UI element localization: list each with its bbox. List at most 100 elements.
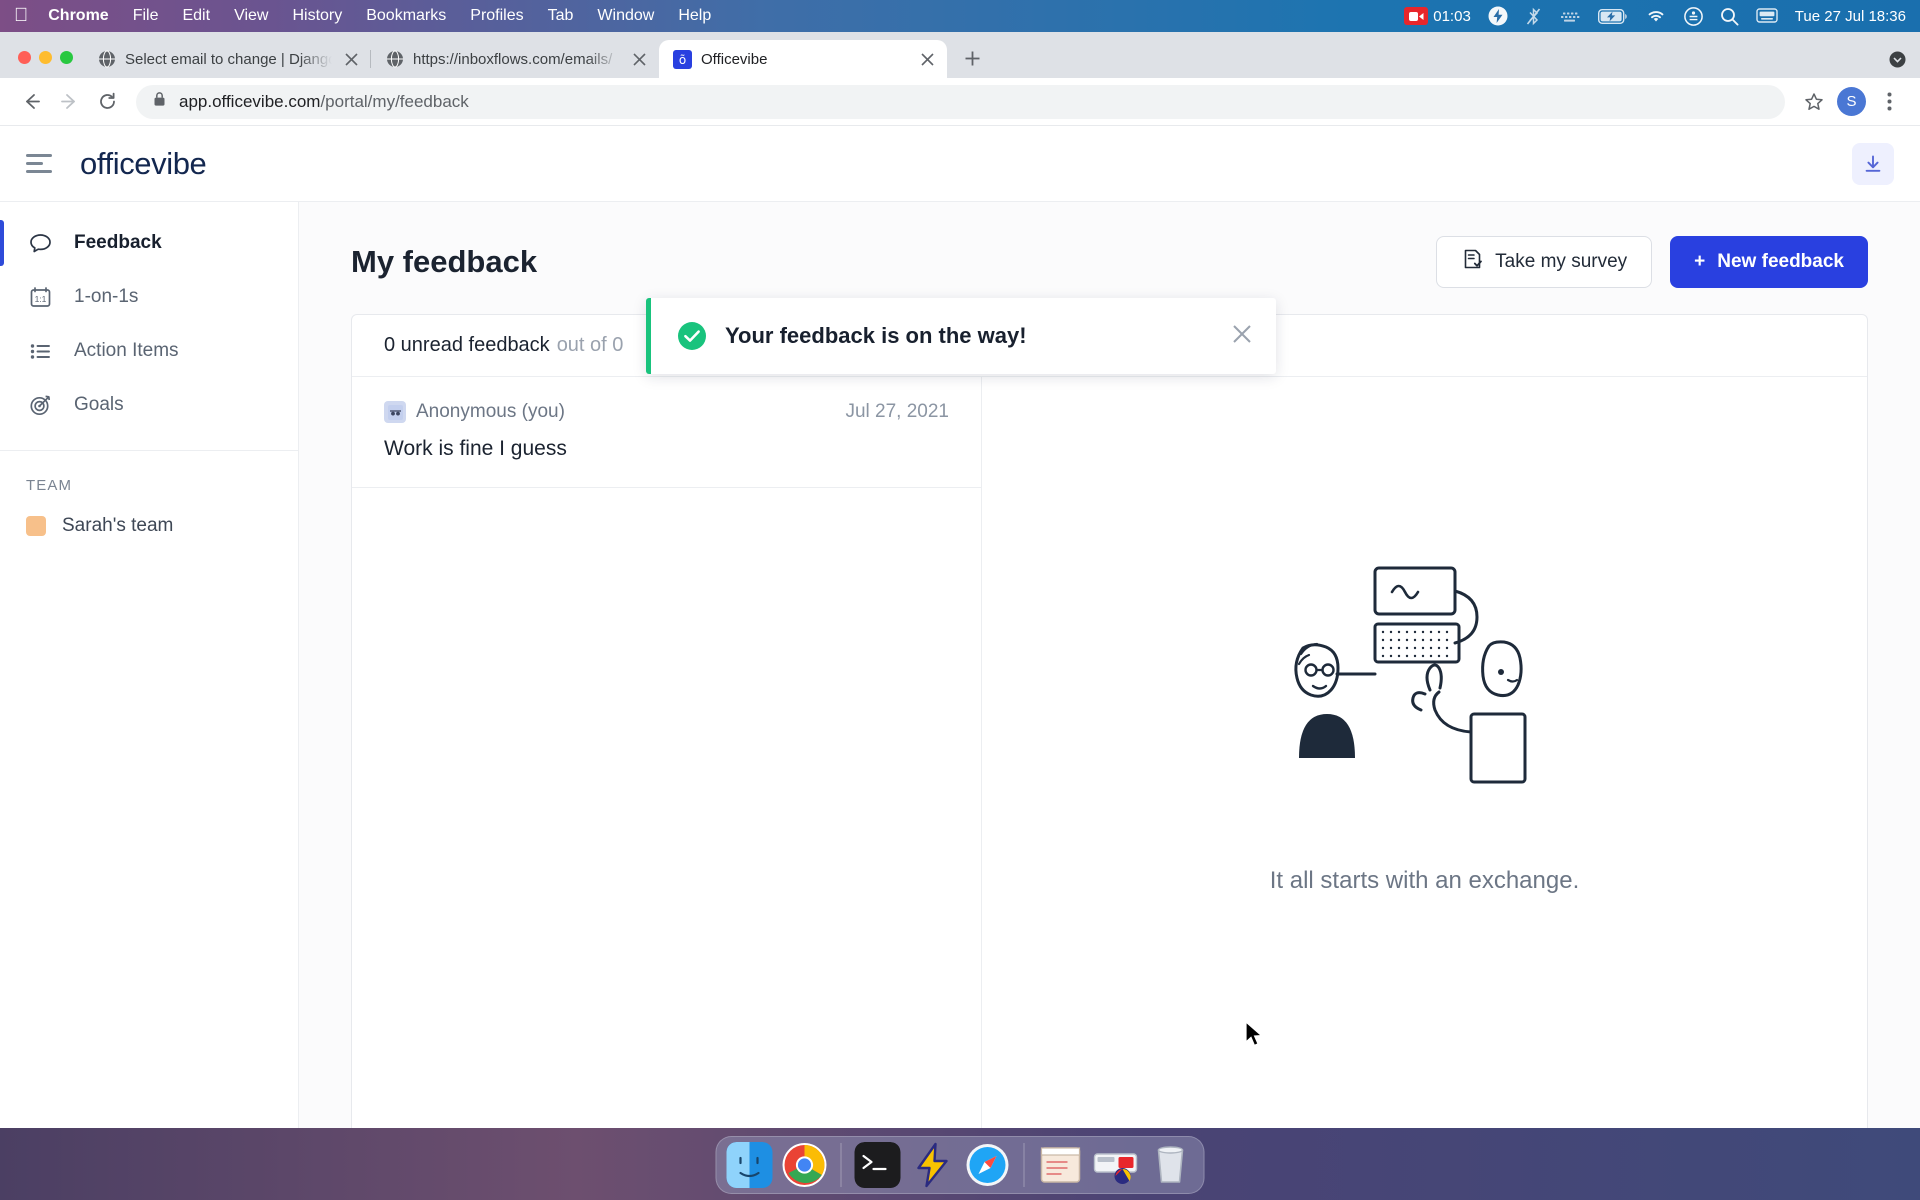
feedback-date: Jul 27, 2021 — [845, 401, 949, 422]
chrome-menu-icon[interactable] — [1872, 85, 1906, 119]
sidebar-item-label: 1-on-1s — [74, 286, 139, 307]
plus-icon: + — [1694, 251, 1706, 272]
battery-charging-icon[interactable] — [1597, 8, 1628, 24]
new-feedback-button[interactable]: + New feedback — [1670, 236, 1868, 288]
close-icon[interactable] — [917, 49, 937, 69]
flash-app-icon[interactable] — [910, 1142, 956, 1188]
notes-icon[interactable] — [1038, 1142, 1084, 1188]
chrome-icon[interactable] — [782, 1142, 828, 1188]
menu-help[interactable]: Help — [678, 7, 711, 25]
anonymous-avatar-icon — [384, 401, 406, 423]
take-my-survey-label: Take my survey — [1495, 251, 1628, 272]
sidebar-team-sarahs-team[interactable]: Sarah's team — [0, 504, 298, 548]
minimize-window-button[interactable] — [39, 51, 52, 64]
sidebar-item-feedback[interactable]: Feedback — [0, 216, 298, 270]
sidebar-item-action-items[interactable]: Action Items — [0, 324, 298, 378]
officevibe-app: officevibe Feedback 1:1 1-on-1s Action I… — [0, 126, 1920, 1200]
terminal-icon[interactable] — [854, 1142, 901, 1188]
menu-view[interactable]: View — [234, 7, 268, 25]
toolbar-right: S — [1797, 85, 1906, 119]
officevibe-logo[interactable]: officevibe — [80, 146, 207, 182]
close-icon[interactable] — [1232, 324, 1252, 349]
bluetooth-off-icon[interactable] — [1525, 7, 1542, 26]
address-bar[interactable]: app.officevibe.com/portal/my/feedback — [136, 84, 1785, 119]
maximize-window-button[interactable] — [60, 51, 73, 64]
toast-message: Your feedback is on the way! — [725, 323, 1027, 348]
tab-title: Select email to change | Django — [125, 50, 332, 68]
window-traffic-lights — [12, 51, 83, 78]
tab-django[interactable]: Select email to change | Django — [83, 40, 371, 78]
sidebar-item-label: Action Items — [74, 340, 179, 361]
svg-text:1:1: 1:1 — [34, 294, 46, 304]
url-path: /portal/my/feedback — [320, 91, 469, 111]
menu-profiles[interactable]: Profiles — [470, 7, 523, 25]
menu-tab[interactable]: Tab — [548, 7, 574, 25]
sidebar-item-label: Feedback — [74, 232, 162, 253]
menu-window[interactable]: Window — [597, 7, 654, 25]
recording-timer: 01:03 — [1433, 7, 1471, 25]
list-item[interactable]: Anonymous (you) Jul 27, 2021 Work is fin… — [352, 377, 981, 488]
empty-state-text: It all starts with an exchange. — [1269, 866, 1580, 894]
close-icon[interactable] — [341, 49, 361, 69]
menu-bar-status-area: 01:03 Tue 27 Jul 18:36 — [1404, 6, 1906, 26]
take-my-survey-button[interactable]: Take my survey — [1436, 236, 1653, 288]
dock-divider — [1023, 1143, 1025, 1187]
app-header: officevibe — [0, 126, 1920, 202]
forward-icon[interactable] — [52, 85, 86, 119]
bookmark-star-icon[interactable] — [1797, 85, 1831, 119]
profile-avatar[interactable]: S — [1837, 87, 1866, 116]
dock-divider — [840, 1143, 842, 1187]
close-icon[interactable] — [629, 49, 649, 69]
chrome-window: Select email to change | Django https://… — [0, 32, 1920, 1200]
feedback-card-body: Anonymous (you) Jul 27, 2021 Work is fin… — [352, 377, 1867, 1199]
menu-file[interactable]: File — [133, 7, 159, 25]
globe-icon — [385, 50, 404, 69]
tab-officevibe[interactable]: õ Officevibe — [659, 40, 947, 78]
screen-recording-indicator[interactable]: 01:03 — [1404, 7, 1471, 25]
download-icon[interactable] — [1852, 142, 1894, 185]
menu-bookmarks[interactable]: Bookmarks — [366, 7, 446, 25]
sidebar-item-1-on-1s[interactable]: 1:1 1-on-1s — [0, 270, 298, 324]
feedback-author: Anonymous (you) — [384, 401, 565, 423]
reload-icon[interactable] — [90, 85, 124, 119]
sidebar-team-heading: TEAM — [26, 477, 73, 494]
two-people-exchange-illustration — [1275, 562, 1575, 837]
menu-bar-clock[interactable]: Tue 27 Jul 18:36 — [1795, 8, 1906, 25]
keyboard-brightness-icon[interactable] — [1559, 8, 1581, 24]
tab-list-button[interactable] — [1889, 51, 1920, 78]
finder-icon[interactable] — [726, 1142, 773, 1188]
lock-icon[interactable] — [152, 91, 167, 112]
flash-icon[interactable] — [1488, 6, 1508, 26]
tab-inboxflows[interactable]: https://inboxflows.com/emails/ — [370, 40, 659, 78]
apple-logo-icon[interactable]:  — [14, 6, 28, 25]
menu-history[interactable]: History — [292, 7, 342, 25]
wifi-icon[interactable] — [1645, 8, 1667, 24]
browser-toolbar: app.officevibe.com/portal/my/feedback S — [0, 78, 1920, 126]
sidebar-item-goals[interactable]: Goals — [0, 378, 298, 432]
feedback-author-name: Anonymous (you) — [416, 401, 565, 422]
list-icon — [26, 339, 54, 364]
app-store-icon[interactable] — [1093, 1142, 1139, 1188]
close-window-button[interactable] — [18, 51, 31, 64]
new-feedback-label: New feedback — [1717, 251, 1844, 272]
trash-icon[interactable] — [1148, 1142, 1194, 1188]
safari-icon[interactable] — [965, 1142, 1011, 1188]
new-tab-button[interactable] — [955, 41, 989, 75]
control-center-icon[interactable] — [1683, 6, 1703, 26]
survey-icon — [1461, 248, 1483, 276]
menu-edit[interactable]: Edit — [182, 7, 210, 25]
search-icon[interactable] — [1720, 7, 1739, 26]
menu-chrome[interactable]: Chrome — [48, 7, 108, 25]
feedback-item-header: Anonymous (you) Jul 27, 2021 — [384, 401, 949, 423]
hamburger-menu-icon[interactable] — [26, 154, 60, 173]
siri-icon[interactable] — [1756, 7, 1778, 25]
url-text: app.officevibe.com/portal/my/feedback — [179, 92, 469, 112]
sidebar-item-label: Goals — [74, 394, 124, 415]
feedback-list: Anonymous (you) Jul 27, 2021 Work is fin… — [352, 377, 982, 1199]
main-actions: Take my survey + New feedback — [1436, 236, 1868, 288]
back-icon[interactable] — [14, 85, 48, 119]
tab-title: https://inboxflows.com/emails/ — [413, 50, 613, 68]
unread-count-text: 0 unread feedback — [384, 334, 550, 356]
tab-strip: Select email to change | Django https://… — [0, 32, 1920, 78]
officevibe-favicon: õ — [673, 49, 692, 69]
